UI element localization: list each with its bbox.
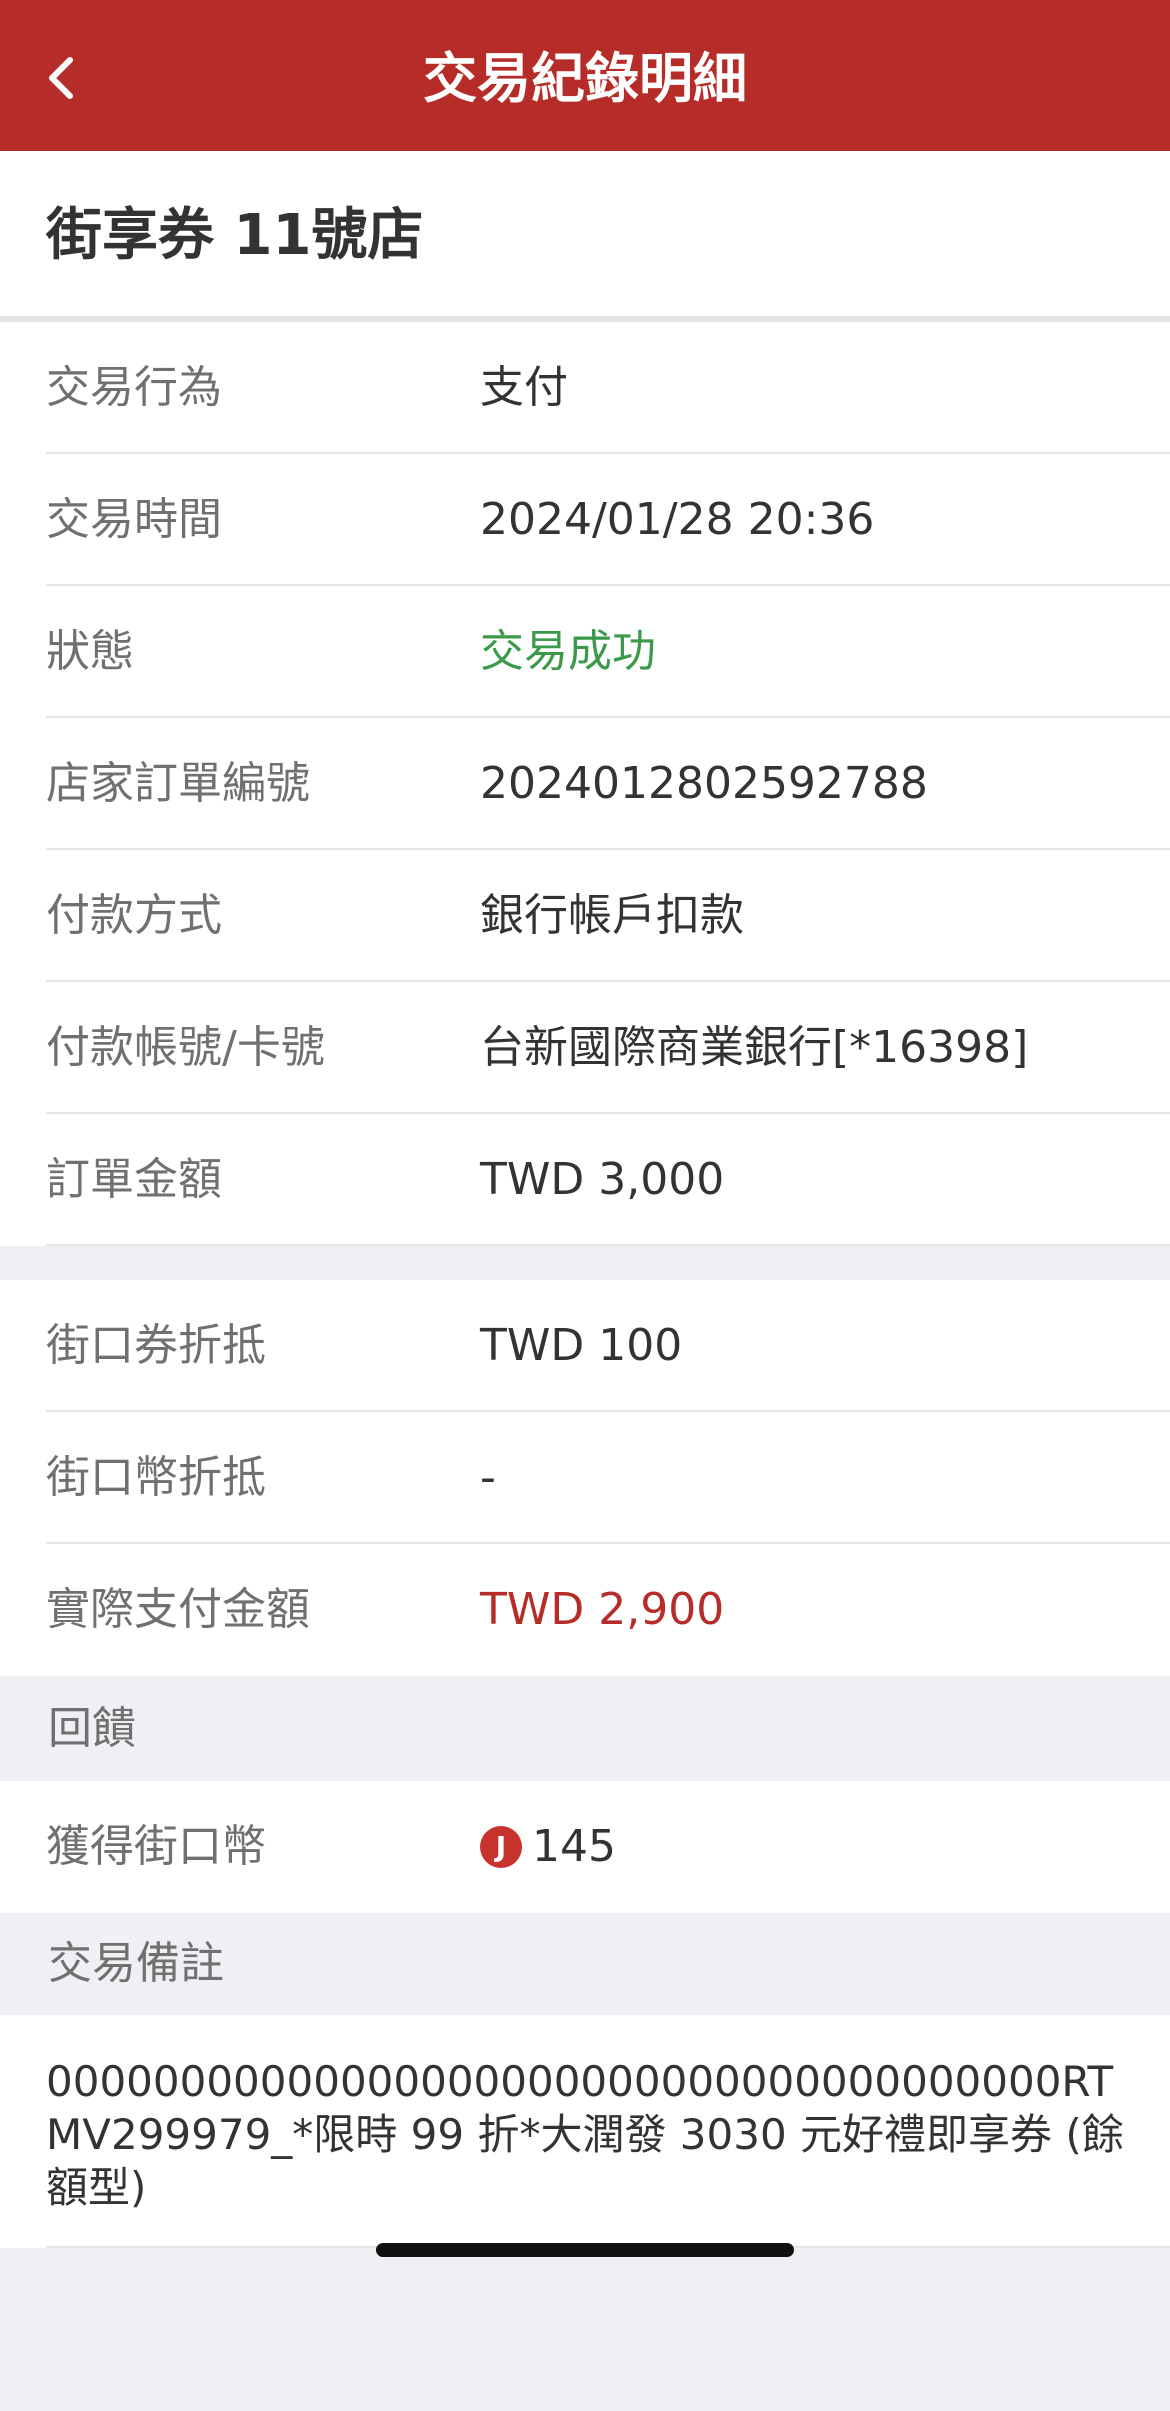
detail-value: 2024/01/28 20:36 — [480, 494, 875, 545]
detail-label: 付款方式 — [46, 890, 222, 941]
status-value: 交易成功 — [480, 626, 656, 677]
detail-value: 支付 — [480, 362, 568, 413]
reward-value: 145 — [532, 1821, 616, 1872]
note-section-header: 交易備註 — [0, 1913, 1170, 2015]
detail-label: 訂單金額 — [46, 1154, 222, 1205]
detail-value: 台新國際商業銀行[*16398] — [480, 1022, 1029, 1073]
merchant-name: 街享券 11號店 — [46, 203, 424, 268]
detail-value: 銀行帳戶扣款 — [480, 890, 744, 941]
nav-header: 交易紀錄明細 — [0, 0, 1170, 151]
detail-row-account: 付款帳號/卡號 台新國際商業銀行[*16398] — [0, 982, 1170, 1114]
payment-value: - — [480, 1452, 496, 1503]
payment-breakdown-section: 街口券折抵 TWD 100 街口幣折抵 - 實際支付金額 TWD 2,900 — [0, 1280, 1170, 1676]
note-section-title: 交易備註 — [48, 1938, 224, 1989]
reward-label: 獲得街口幣 — [46, 1821, 266, 1872]
payment-row-coupon: 街口券折抵 TWD 100 — [0, 1280, 1170, 1412]
payment-label: 街口幣折抵 — [46, 1452, 266, 1503]
transaction-details-section: 交易行為 支付 交易時間 2024/01/28 20:36 狀態 交易成功 店家… — [0, 322, 1170, 1246]
detail-label: 店家訂單編號 — [46, 758, 310, 809]
detail-label: 付款帳號/卡號 — [46, 1022, 325, 1073]
detail-row-payment-method: 付款方式 銀行帳戶扣款 — [0, 850, 1170, 982]
detail-label: 交易時間 — [46, 494, 222, 545]
detail-row-order-number: 店家訂單編號 2024012802592788 — [0, 718, 1170, 850]
note-text: 00000000000000000000000000000000000000RT… — [46, 2057, 1124, 2212]
detail-label: 狀態 — [46, 626, 134, 677]
home-indicator[interactable] — [376, 2243, 794, 2257]
payment-value: TWD 100 — [480, 1320, 683, 1371]
payment-label: 實際支付金額 — [46, 1584, 310, 1635]
payment-row-coin: 街口幣折抵 - — [0, 1412, 1170, 1544]
merchant-bar: 街享券 11號店 — [0, 151, 1170, 316]
row-divider — [46, 1244, 1170, 1246]
payment-label: 街口券折抵 — [46, 1320, 266, 1371]
page-title: 交易紀錄明細 — [423, 47, 747, 110]
detail-row-order-amount: 訂單金額 TWD 3,000 — [0, 1114, 1170, 1246]
detail-value: 2024012802592788 — [480, 758, 928, 809]
reward-section-header: 回饋 — [0, 1676, 1170, 1781]
jko-coin-icon: J — [480, 1826, 522, 1868]
detail-row-status: 狀態 交易成功 — [0, 586, 1170, 718]
detail-value: TWD 3,000 — [480, 1154, 725, 1205]
reward-row: 獲得街口幣 J 145 — [0, 1781, 1170, 1913]
detail-row-action: 交易行為 支付 — [0, 322, 1170, 454]
detail-row-time: 交易時間 2024/01/28 20:36 — [0, 454, 1170, 586]
reward-section-title: 回饋 — [48, 1703, 136, 1754]
actual-amount-value: TWD 2,900 — [480, 1584, 725, 1635]
note-section: 00000000000000000000000000000000000000RT… — [0, 2015, 1170, 2248]
detail-label: 交易行為 — [46, 362, 222, 413]
reward-section: 獲得街口幣 J 145 — [0, 1781, 1170, 1913]
payment-row-actual: 實際支付金額 TWD 2,900 — [0, 1544, 1170, 1676]
